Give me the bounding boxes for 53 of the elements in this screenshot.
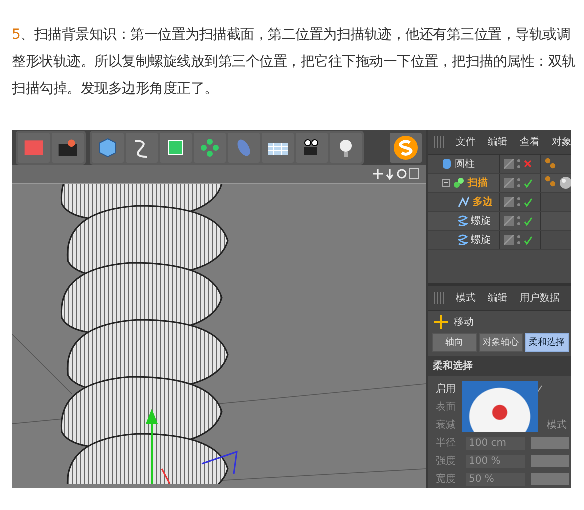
script-logo-icon[interactable] [393, 134, 419, 161]
tab[interactable]: 柔和选择 [525, 333, 569, 352]
helix-icon [458, 234, 468, 246]
field-label: 衰减 [436, 418, 456, 432]
collapse-toggle-icon[interactable] [442, 179, 450, 187]
field-label: 表面 [436, 400, 456, 414]
layer-icon[interactable] [504, 235, 514, 245]
layer-icon[interactable] [504, 159, 514, 169]
slider-track[interactable] [531, 473, 569, 485]
field-label: 强度 [436, 454, 456, 468]
object-name[interactable]: 多边 [473, 195, 493, 209]
check-icon[interactable] [524, 236, 533, 244]
article-paragraph: 5、扫描背景知识：第一位置为扫描截面，第二位置为扫描轨迹，他还有第三位置，导轨或调整形状轨迹。所以复制螺旋线放到第三个位置，把它往下拖动一下位置，把扫描的属性：双轨扫描勾掉。发现多边形角度正了。 [11, 26, 577, 99]
field-label: 宽度 [436, 472, 456, 486]
visibility-dots-icon[interactable] [517, 215, 521, 227]
object-name[interactable]: 扫描 [468, 176, 488, 190]
material-tag-icon[interactable] [545, 158, 557, 170]
tool-name: 移动 [454, 316, 474, 329]
check-icon[interactable] [524, 216, 533, 226]
visibility-dots-icon[interactable] [517, 177, 521, 189]
object-name[interactable]: 圆柱 [455, 157, 475, 171]
cross-icon[interactable] [524, 160, 532, 168]
tab[interactable]: 对象轴心 [478, 333, 523, 352]
menu-item[interactable]: 用户数据 [520, 291, 560, 305]
slider-track[interactable] [531, 437, 569, 449]
slider-track[interactable] [531, 455, 569, 467]
field-label: 模式 [547, 418, 567, 432]
menu-item[interactable]: 查看 [520, 135, 540, 149]
visibility-dots-icon[interactable] [517, 196, 521, 208]
tab[interactable]: 轴向 [432, 333, 476, 352]
menu-item[interactable]: 模式 [456, 291, 476, 305]
cylinder-icon [442, 158, 452, 170]
layer-icon[interactable] [504, 178, 514, 188]
object-name[interactable]: 螺旋 [471, 214, 491, 228]
visibility-dots-icon[interactable] [517, 158, 521, 170]
move-tool-icon [434, 315, 448, 329]
check-icon[interactable] [524, 178, 533, 188]
menu-item[interactable]: 文件 [456, 135, 476, 149]
helix-icon [458, 215, 468, 227]
menu-item[interactable]: 编辑 [488, 291, 508, 305]
menu-item[interactable]: 编辑 [488, 135, 508, 149]
sweep-icon [453, 177, 465, 189]
field-label: 半径 [436, 436, 456, 450]
layer-icon[interactable] [504, 216, 514, 226]
field-label: 启用 [436, 382, 456, 396]
check-icon[interactable] [524, 198, 533, 206]
layer-icon[interactable] [504, 197, 514, 207]
visibility-dots-icon[interactable] [517, 234, 521, 246]
sphere-tag-icon[interactable] [559, 176, 571, 190]
viewport-nav-icon[interactable] [372, 168, 420, 180]
spline-icon [458, 196, 470, 208]
section-header: 柔和选择 [428, 356, 571, 376]
object-name[interactable]: 螺旋 [471, 233, 491, 247]
